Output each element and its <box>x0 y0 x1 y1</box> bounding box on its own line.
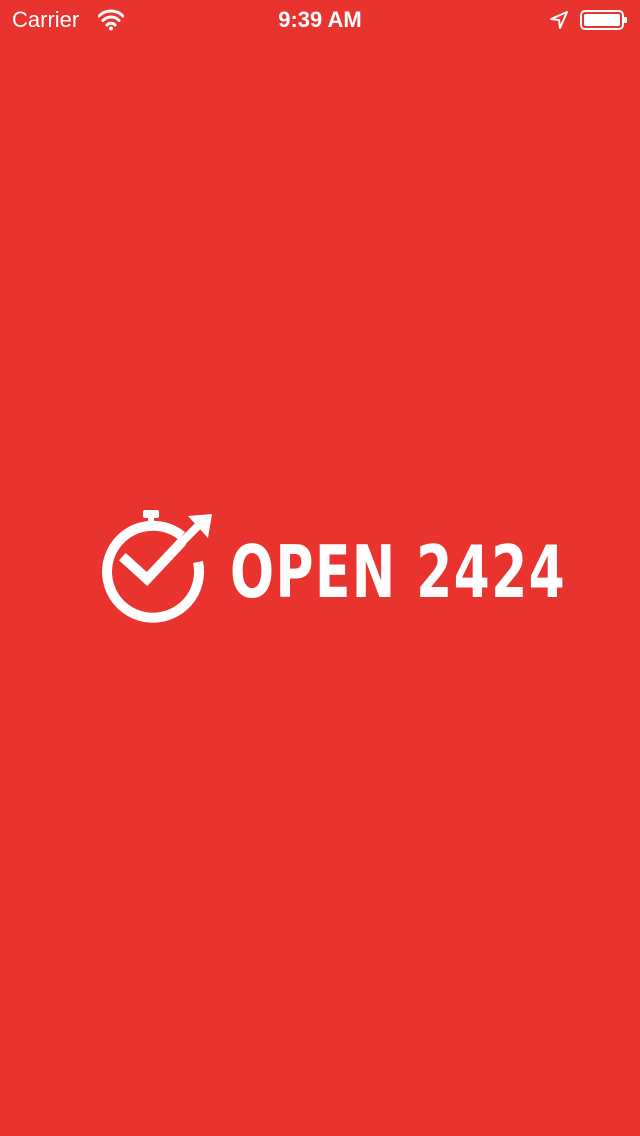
battery-icon <box>580 9 628 31</box>
brand-name: OPEN 2424 <box>230 530 567 614</box>
stopwatch-check-arrow-icon <box>96 510 216 625</box>
location-arrow-icon <box>548 9 570 31</box>
brand-logo: OPEN 2424 <box>96 510 565 625</box>
status-bar: Carrier 9:39 AM <box>0 0 640 40</box>
status-time: 9:39 AM <box>278 7 362 32</box>
